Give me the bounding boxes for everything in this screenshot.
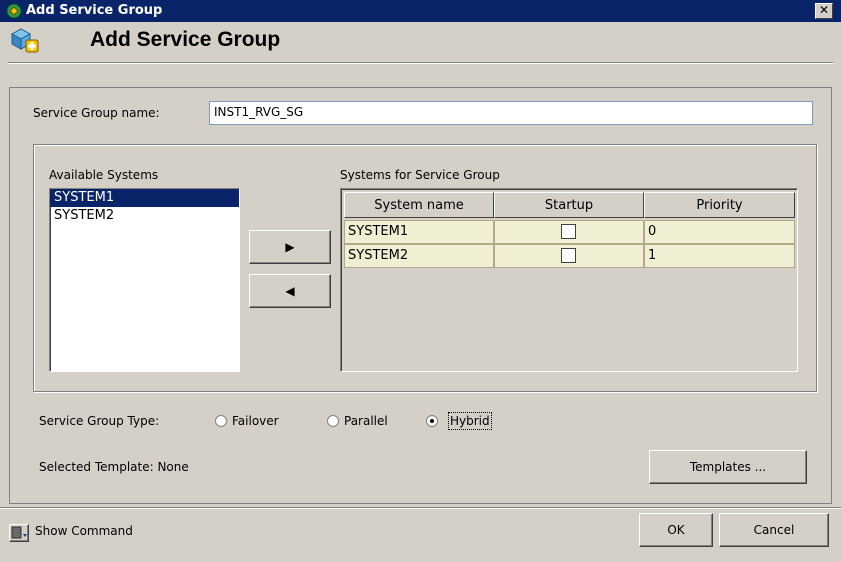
list-item[interactable]: SYSTEM2 bbox=[50, 207, 239, 225]
list-item[interactable]: SYSTEM1 bbox=[50, 189, 239, 207]
column-header-startup[interactable]: Startup bbox=[494, 192, 644, 218]
failover-radio[interactable] bbox=[215, 415, 227, 427]
parallel-radio[interactable] bbox=[327, 415, 339, 427]
priority-cell[interactable]: 1 bbox=[644, 244, 795, 268]
systems-for-group-label: Systems for Service Group bbox=[340, 168, 500, 182]
system-name-cell: SYSTEM1 bbox=[344, 220, 494, 244]
templates-button[interactable]: Templates ... bbox=[649, 450, 807, 484]
add-system-button[interactable]: ▶ bbox=[249, 230, 331, 264]
footer-divider bbox=[0, 507, 841, 509]
available-systems-list[interactable]: SYSTEM1 SYSTEM2 bbox=[49, 188, 240, 372]
systems-table[interactable]: System name Startup Priority SYSTEM1 0 S… bbox=[340, 188, 798, 372]
hybrid-radio-label[interactable]: Hybrid bbox=[448, 412, 492, 430]
show-command-toggle[interactable] bbox=[9, 524, 29, 542]
service-group-type-label: Service Group Type: bbox=[39, 414, 160, 428]
service-group-name-label: Service Group name: bbox=[33, 106, 160, 120]
startup-checkbox[interactable] bbox=[561, 224, 576, 239]
service-group-name-input[interactable]: INST1_RVG_SG bbox=[209, 101, 813, 125]
service-group-icon bbox=[6, 3, 22, 19]
radio-selected-dot bbox=[430, 419, 434, 423]
show-command-label[interactable]: Show Command bbox=[35, 524, 133, 538]
startup-cell bbox=[494, 220, 644, 244]
header-divider bbox=[8, 62, 833, 64]
selected-template-label: Selected Template: None bbox=[39, 460, 189, 474]
priority-cell[interactable]: 0 bbox=[644, 220, 795, 244]
hybrid-radio[interactable] bbox=[426, 415, 438, 427]
window-title: Add Service Group bbox=[26, 3, 163, 18]
startup-cell bbox=[494, 244, 644, 268]
remove-system-button[interactable]: ◀ bbox=[249, 274, 331, 308]
startup-checkbox[interactable] bbox=[561, 248, 576, 263]
add-service-group-icon bbox=[10, 28, 39, 53]
system-name-cell: SYSTEM2 bbox=[344, 244, 494, 268]
available-systems-label: Available Systems bbox=[49, 168, 159, 182]
command-icon bbox=[11, 526, 27, 539]
table-row[interactable]: SYSTEM1 0 bbox=[344, 220, 795, 244]
parallel-radio-label[interactable]: Parallel bbox=[344, 414, 388, 428]
column-header-priority[interactable]: Priority bbox=[644, 192, 795, 218]
arrow-left-icon: ◀ bbox=[285, 284, 295, 298]
close-button[interactable]: ✕ bbox=[815, 3, 833, 19]
window-titlebar[interactable]: Add Service Group ✕ bbox=[0, 0, 841, 22]
column-header-system-name[interactable]: System name bbox=[344, 192, 494, 218]
failover-radio-label[interactable]: Failover bbox=[232, 414, 279, 428]
table-row[interactable]: SYSTEM2 1 bbox=[344, 244, 795, 268]
ok-button[interactable]: OK bbox=[639, 513, 713, 547]
arrow-right-icon: ▶ bbox=[285, 240, 295, 254]
page-title: Add Service Group bbox=[90, 28, 281, 51]
cancel-button[interactable]: Cancel bbox=[719, 513, 829, 547]
